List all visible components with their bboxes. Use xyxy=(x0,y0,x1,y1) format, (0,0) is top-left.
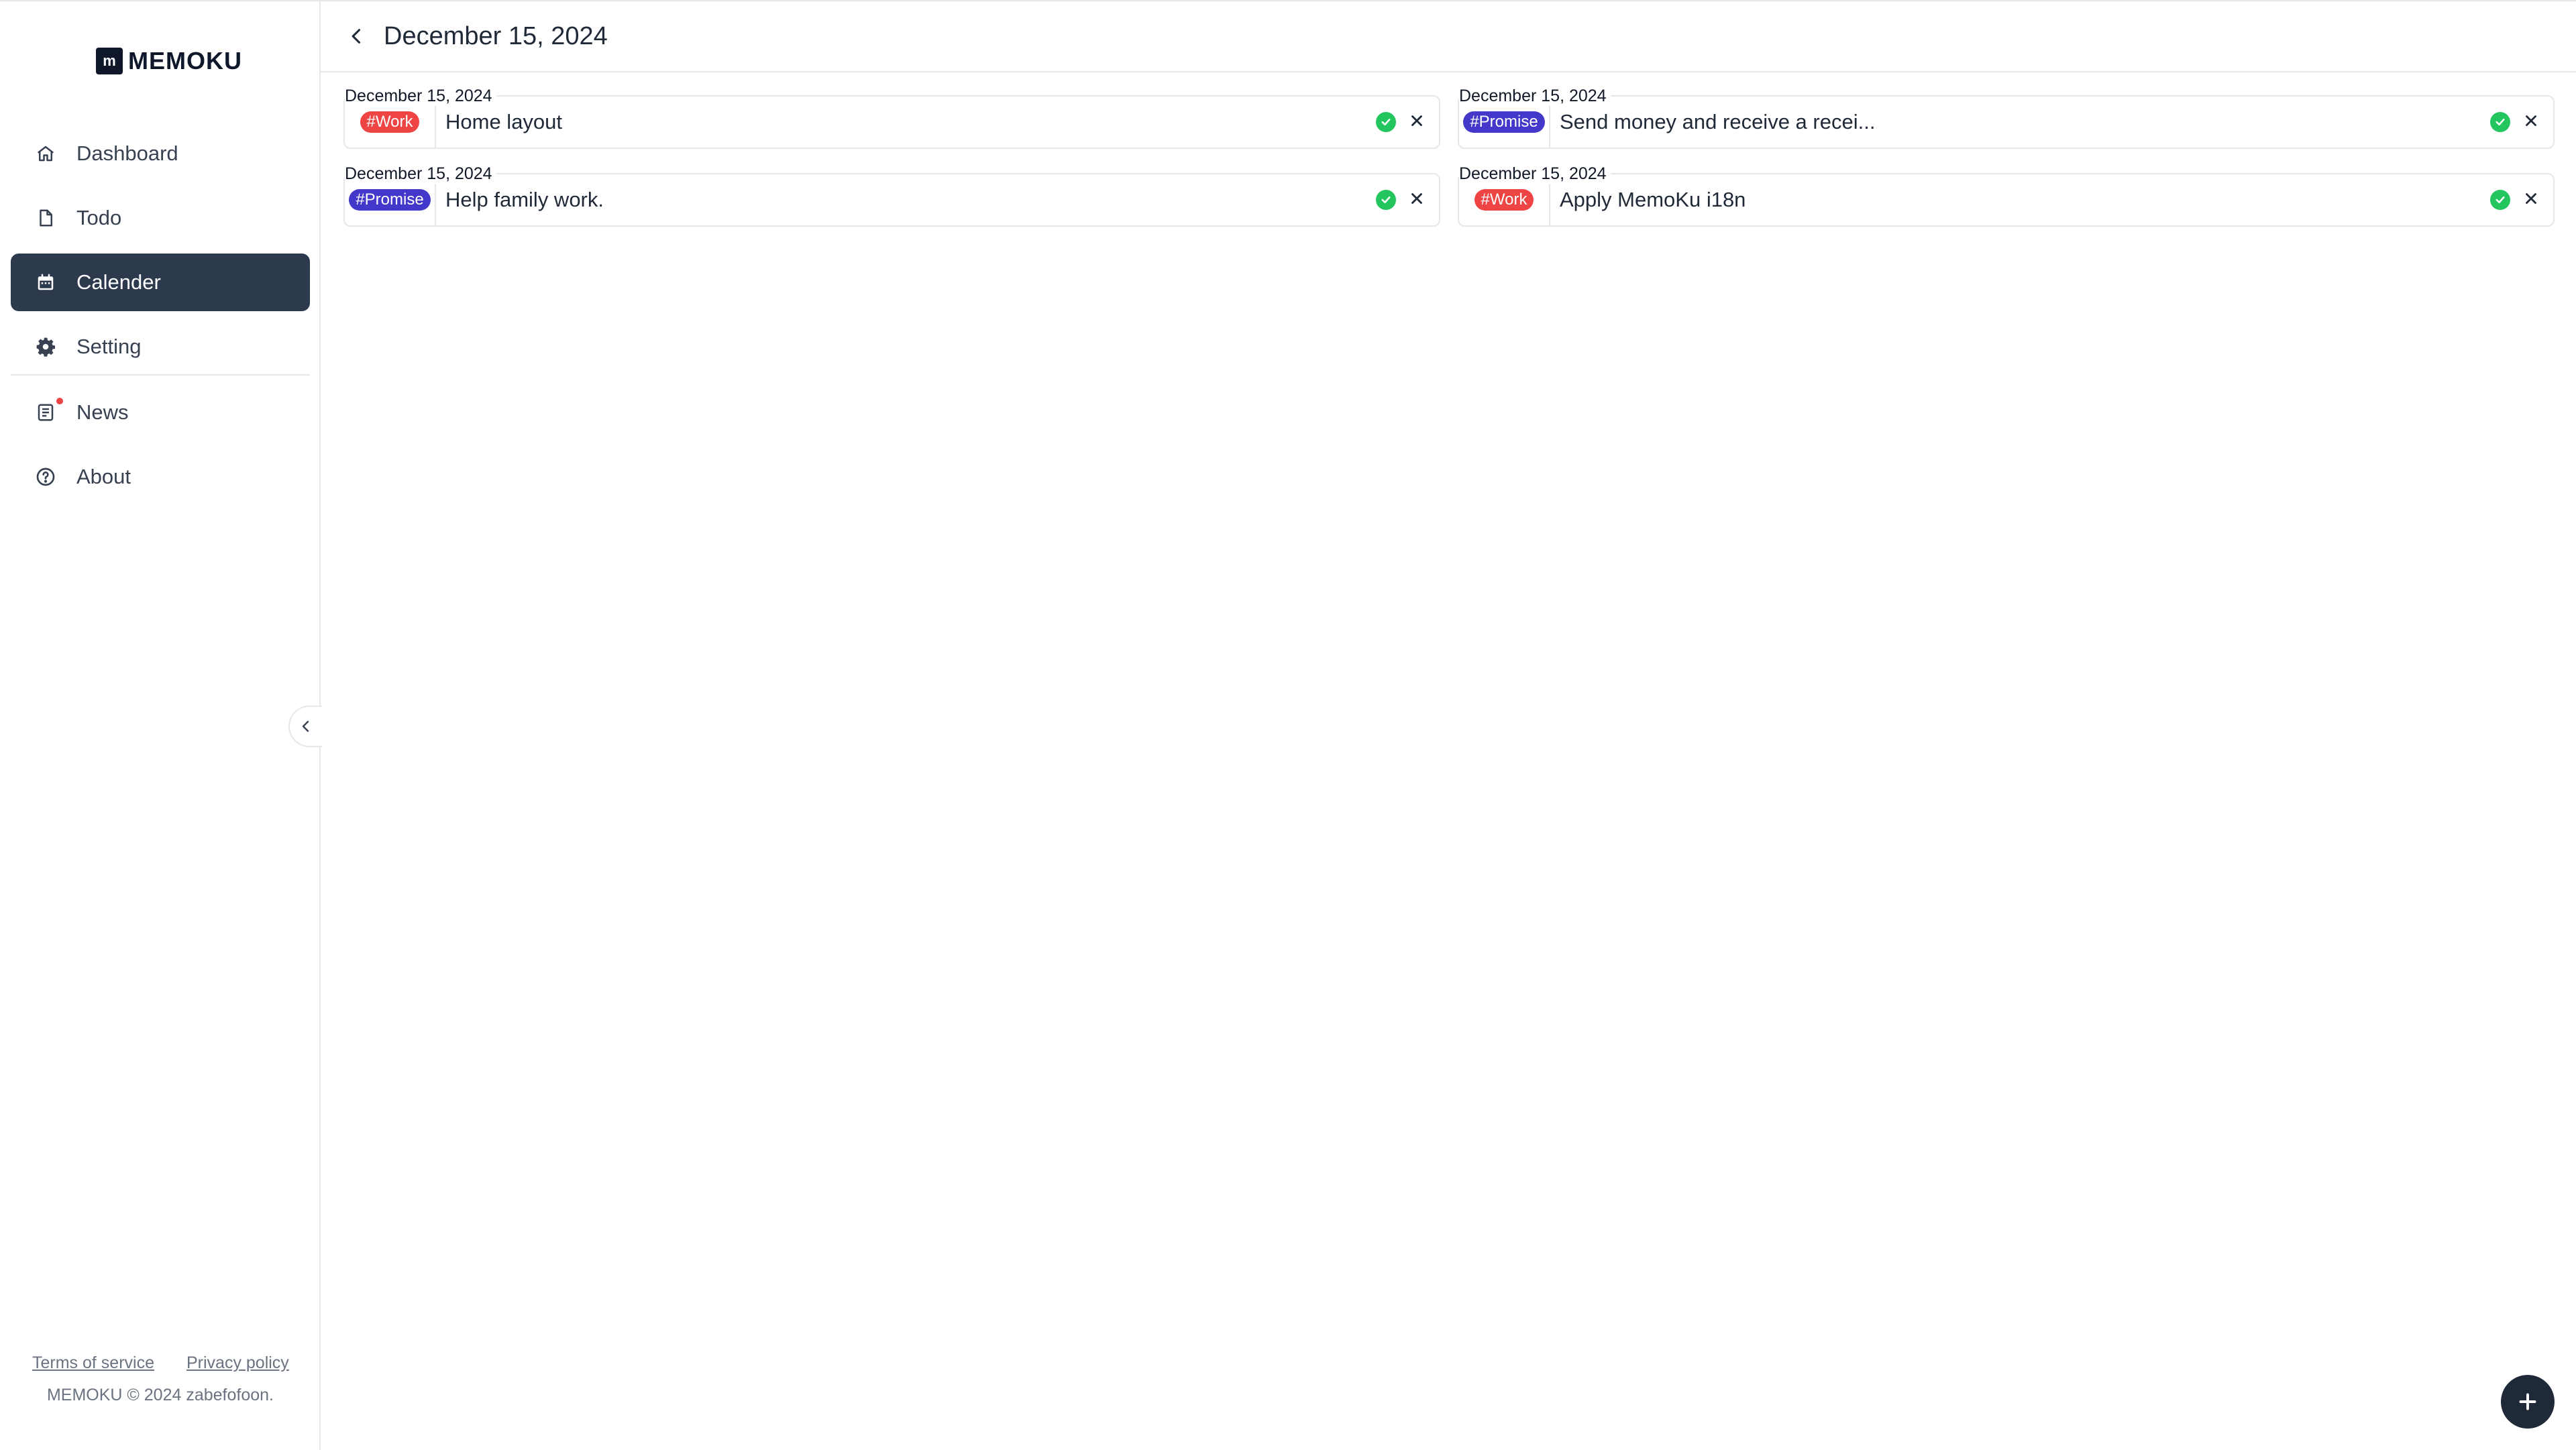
gear-icon xyxy=(34,335,58,359)
done-button[interactable] xyxy=(1376,112,1396,132)
unread-dot xyxy=(56,398,63,404)
memo-date: December 15, 2024 xyxy=(345,86,496,106)
calendar-icon xyxy=(34,270,58,294)
sidebar: m MEMOKU Dashboard Todo Calender Setting… xyxy=(0,1,321,1450)
memo-body[interactable]: #Promise Help family work. xyxy=(343,173,1440,227)
sidebar-item-news[interactable]: News xyxy=(11,384,310,441)
add-memo-button[interactable] xyxy=(2501,1375,2555,1429)
plus-icon xyxy=(2519,1393,2536,1410)
sidebar-item-about[interactable]: About xyxy=(11,448,310,506)
sidebar-item-dashboard[interactable]: Dashboard xyxy=(11,125,310,182)
memo-text[interactable]: Help family work. xyxy=(436,188,1376,212)
check-icon xyxy=(1381,196,1391,204)
memo-card[interactable]: December 15, 2024 #Work Apply MemoKu i18… xyxy=(1458,164,2555,228)
sidebar-item-label: About xyxy=(76,465,131,488)
close-icon xyxy=(2526,192,2536,204)
logo-text: MEMOKU xyxy=(128,47,242,74)
memo-grid: December 15, 2024 #Work Home layout Dece xyxy=(343,86,2555,228)
page-title: December 15, 2024 xyxy=(384,21,608,50)
privacy-link[interactable]: Privacy policy xyxy=(186,1353,289,1373)
close-icon xyxy=(1411,115,1422,126)
memo-body[interactable]: #Promise Send money and receive a recei.… xyxy=(1458,95,2555,149)
memo-card[interactable]: December 15, 2024 #Work Home layout xyxy=(343,86,1440,150)
tag-badge[interactable]: #Promise xyxy=(349,189,431,211)
done-button[interactable] xyxy=(1376,190,1396,210)
sidebar-item-label: Dashboard xyxy=(76,142,178,165)
memo-actions xyxy=(2490,112,2553,133)
news-icon xyxy=(34,398,63,425)
check-icon xyxy=(2496,196,2505,204)
logo-mark: m xyxy=(96,48,123,74)
memo-date: December 15, 2024 xyxy=(1459,164,1611,184)
logo[interactable]: m MEMOKU xyxy=(96,47,242,75)
memo-card[interactable]: December 15, 2024 #Promise Send money an… xyxy=(1458,86,2555,150)
memo-actions xyxy=(1376,112,1439,133)
memo-actions xyxy=(2490,190,2553,211)
sidebar-item-label: Calender xyxy=(76,270,161,294)
footer-links: Terms of service Privacy policy xyxy=(32,1353,289,1373)
sidebar-item-label: News xyxy=(76,400,129,424)
memo-card[interactable]: December 15, 2024 #Promise Help family w… xyxy=(343,164,1440,228)
check-icon xyxy=(2496,118,2505,126)
sidebar-divider xyxy=(11,374,310,376)
memo-body[interactable]: #Work Home layout xyxy=(343,95,1440,149)
sidebar-item-setting[interactable]: Setting xyxy=(11,318,310,376)
delete-button[interactable] xyxy=(1408,112,1426,133)
help-circle-icon xyxy=(34,465,58,489)
memo-text[interactable]: Home layout xyxy=(436,110,1376,134)
sidebar-item-label: Setting xyxy=(76,335,142,358)
tag-badge[interactable]: #Promise xyxy=(1463,111,1545,133)
sidebar-item-todo[interactable]: Todo xyxy=(11,189,310,247)
sidebar-item-calender[interactable]: Calender xyxy=(11,254,310,311)
close-icon xyxy=(2526,115,2536,126)
tag-badge[interactable]: #Work xyxy=(1474,189,1534,211)
memo-actions xyxy=(1376,190,1439,211)
terms-link[interactable]: Terms of service xyxy=(32,1353,154,1373)
memo-text[interactable]: Apply MemoKu i18n xyxy=(1550,188,2490,212)
file-icon xyxy=(34,206,58,230)
delete-button[interactable] xyxy=(1408,190,1426,211)
home-icon xyxy=(34,142,58,166)
sidebar-item-label: Todo xyxy=(76,206,122,229)
back-button[interactable] xyxy=(343,23,370,50)
tag-badge[interactable]: #Work xyxy=(360,111,420,133)
done-button[interactable] xyxy=(2490,112,2510,132)
delete-button[interactable] xyxy=(2522,190,2540,211)
memo-text[interactable]: Send money and receive a recei... xyxy=(1550,110,2490,134)
delete-button[interactable] xyxy=(2522,112,2540,133)
chevron-left-icon xyxy=(352,29,361,44)
check-icon xyxy=(1381,118,1391,126)
memo-date: December 15, 2024 xyxy=(1459,86,1611,106)
close-icon xyxy=(1411,192,1422,204)
copyright: MEMOKU © 2024 zabefofoon. xyxy=(46,1386,274,1404)
app: m MEMOKU Dashboard Todo Calender Setting… xyxy=(0,0,2576,1450)
page-header: December 15, 2024 xyxy=(321,1,2576,72)
done-button[interactable] xyxy=(2490,190,2510,210)
memo-body[interactable]: #Work Apply MemoKu i18n xyxy=(1458,173,2555,227)
chevron-left-icon xyxy=(302,720,309,732)
memo-date: December 15, 2024 xyxy=(345,164,496,184)
